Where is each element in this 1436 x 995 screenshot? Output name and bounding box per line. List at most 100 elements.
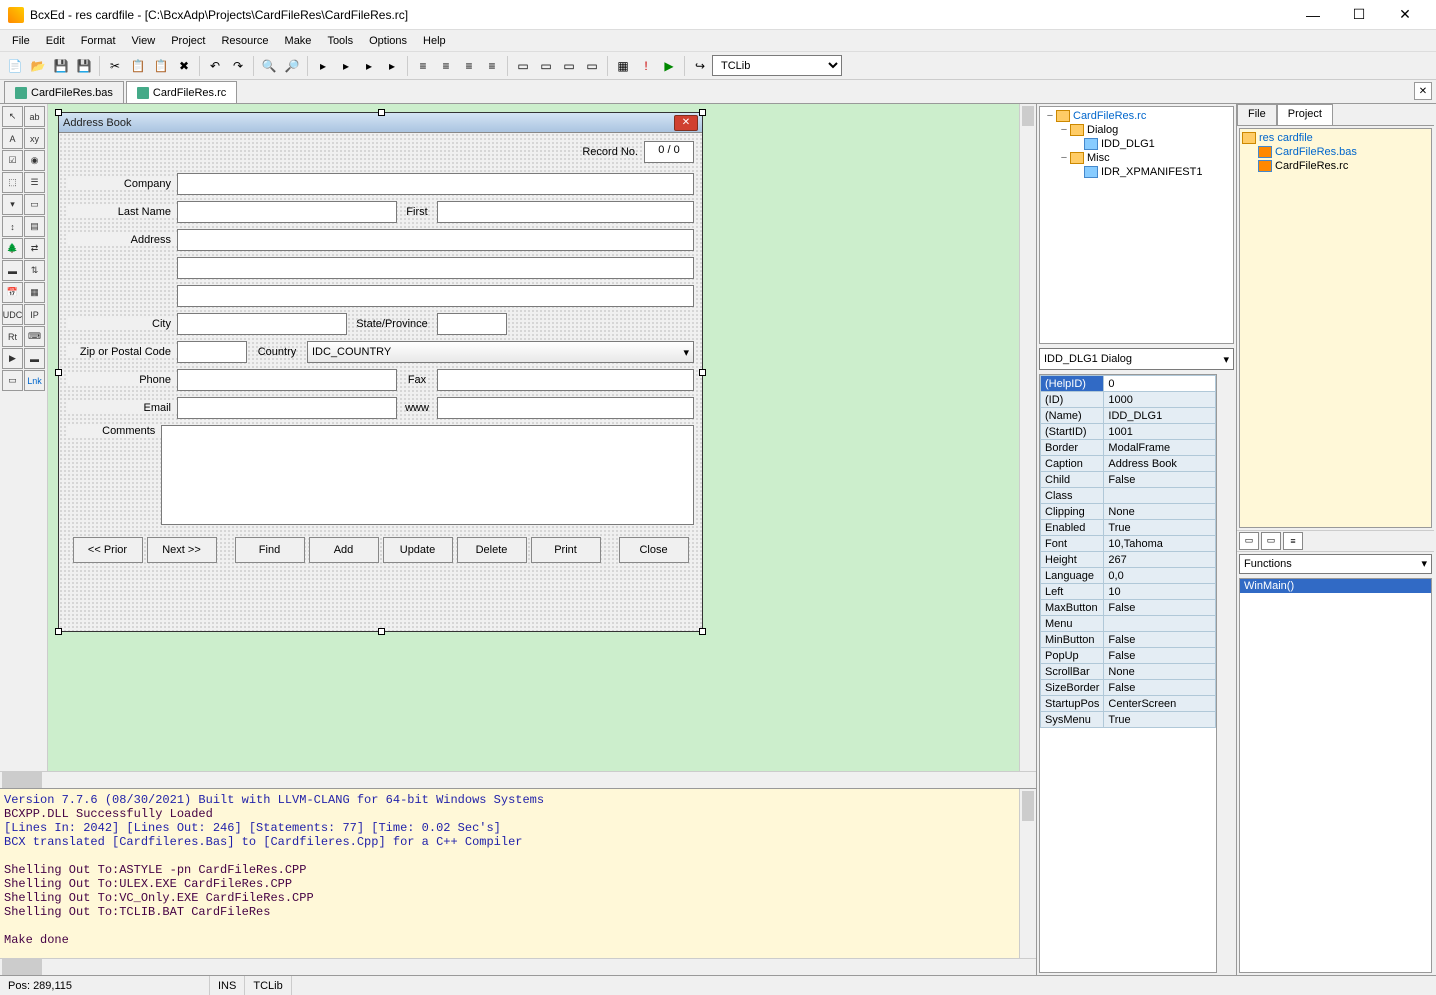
view2-icon[interactable]: ▭ [1261,532,1281,550]
city-input[interactable] [177,313,347,335]
tree-root[interactable]: −CardFileRes.rc [1042,109,1231,123]
property-grid[interactable]: (HelpID)0(ID)1000(Name)IDD_DLG1(StartID)… [1039,374,1217,973]
dialog-close-icon[interactable]: ✕ [674,115,698,131]
prop-scrollbar[interactable] [1219,372,1236,975]
design-canvas[interactable]: Address Book ✕ Record No. 0 / 0 Company … [48,104,1019,771]
redo-icon[interactable]: ↷ [227,55,249,77]
prop-val[interactable]: 10,Tahoma [1104,536,1216,552]
prop-val[interactable]: False [1104,472,1216,488]
prop-key[interactable]: Enabled [1041,520,1104,536]
proj-root[interactable]: res cardfile [1242,131,1429,145]
zip-input[interactable] [177,341,247,363]
cal-tool-icon[interactable]: ▦ [24,282,45,303]
prior-button[interactable]: << Prior [73,537,143,563]
prop-val[interactable]: 1000 [1104,392,1216,408]
bookmark-clear-icon[interactable]: ▸ [381,55,403,77]
phone-input[interactable] [177,369,397,391]
project-tree[interactable]: res cardfile CardFileRes.bas CardFileRes… [1239,128,1432,528]
prop-val[interactable]: False [1104,680,1216,696]
tab-close-icon[interactable]: ✕ [1414,82,1432,100]
ip-tool-icon[interactable]: IP [24,304,45,325]
prop-val[interactable]: 0 [1104,376,1216,392]
save-icon[interactable]: 💾 [50,55,72,77]
prop-val[interactable]: False [1104,648,1216,664]
update-button[interactable]: Update [383,537,453,563]
align-icon[interactable]: ≡ [458,55,480,77]
combo-tool-icon[interactable]: ▾ [2,194,23,215]
button-tool-icon[interactable]: ⬚ [2,172,23,193]
prop-key[interactable]: Caption [1041,456,1104,472]
outdent-icon[interactable]: ≡ [435,55,457,77]
new-file-icon[interactable]: 📄 [4,55,26,77]
prop-key[interactable]: (StartID) [1041,424,1104,440]
lastname-input[interactable] [177,201,397,223]
paste-icon[interactable]: 📋 [150,55,172,77]
prop-key[interactable]: SysMenu [1041,712,1104,728]
www-input[interactable] [437,397,694,419]
prop-val[interactable]: Address Book [1104,456,1216,472]
prop-val[interactable]: 1001 [1104,424,1216,440]
menu-view[interactable]: View [124,33,164,49]
tree-misc-folder[interactable]: −Misc [1042,151,1231,165]
address3-input[interactable] [177,285,694,307]
address-input[interactable] [177,229,694,251]
link-tool-icon[interactable]: Lnk [24,370,45,391]
state-input[interactable] [437,313,507,335]
prop-val[interactable]: IDD_DLG1 [1104,408,1216,424]
dialog-preview[interactable]: Address Book ✕ Record No. 0 / 0 Company … [58,112,703,632]
tab-tool-icon[interactable]: ▤ [24,216,45,237]
menu-options[interactable]: Options [361,33,415,49]
proj-item[interactable]: CardFileRes.bas [1242,145,1429,159]
date-tool-icon[interactable]: 📅 [2,282,23,303]
output-hscroll[interactable] [0,958,1036,975]
add-button[interactable]: Add [309,537,379,563]
prop-key[interactable]: Language [1041,568,1104,584]
prop-key[interactable]: Class [1041,488,1104,504]
pointer-tool-icon[interactable]: ↖ [2,106,23,127]
group-tool-icon[interactable]: ▭ [24,194,45,215]
xy-tool-icon[interactable]: xy [24,128,45,149]
delete-button[interactable]: Delete [457,537,527,563]
menu-format[interactable]: Format [73,33,124,49]
view3-icon[interactable]: ≡ [1283,532,1303,550]
progress-tool-icon[interactable]: ▬ [2,260,23,281]
first-input[interactable] [437,201,694,223]
prop-key[interactable]: (ID) [1041,392,1104,408]
tab-file[interactable]: File [1237,104,1277,125]
prop-val[interactable] [1104,616,1216,632]
prop-val[interactable]: False [1104,632,1216,648]
prop-val[interactable]: None [1104,664,1216,680]
status-tool-icon[interactable]: ▭ [2,370,23,391]
function-item[interactable]: WinMain() [1240,579,1431,593]
email-input[interactable] [177,397,397,419]
country-combo[interactable]: IDC_COUNTRY▾ [307,341,694,363]
prop-key[interactable]: ScrollBar [1041,664,1104,680]
step-icon[interactable]: ↪ [689,55,711,77]
menu-file[interactable]: File [4,33,38,49]
functions-combo[interactable]: Functions▾ [1239,554,1432,574]
menu-help[interactable]: Help [415,33,454,49]
tree-tool-icon[interactable]: 🌲 [2,238,23,259]
menu-make[interactable]: Make [277,33,320,49]
window4-icon[interactable]: ▭ [581,55,603,77]
slider-tool-icon[interactable]: ⇄ [24,238,45,259]
prop-val[interactable]: 0,0 [1104,568,1216,584]
list-tool-icon[interactable]: ☰ [24,172,45,193]
undo-icon[interactable]: ↶ [204,55,226,77]
find-icon[interactable]: 🔍 [258,55,280,77]
window3-icon[interactable]: ▭ [558,55,580,77]
label-tool-icon[interactable]: ab [24,106,45,127]
next-button[interactable]: Next >> [147,537,217,563]
run-icon[interactable]: ▶ [658,55,680,77]
view1-icon[interactable]: ▭ [1239,532,1259,550]
comments-input[interactable] [161,425,694,525]
prop-val[interactable]: True [1104,712,1216,728]
resource-tree[interactable]: −CardFileRes.rc −Dialog IDD_DLG1 −Misc I… [1039,106,1234,344]
prop-val[interactable]: 267 [1104,552,1216,568]
canvas-hscroll[interactable] [0,771,1036,788]
check-tool-icon[interactable]: ☑ [2,150,23,171]
animate-tool-icon[interactable]: ▶ [2,348,23,369]
tree-misc-item[interactable]: IDR_XPMANIFEST1 [1042,165,1231,179]
minimize-button[interactable]: — [1290,1,1336,29]
bookmark-prev-icon[interactable]: ▸ [358,55,380,77]
